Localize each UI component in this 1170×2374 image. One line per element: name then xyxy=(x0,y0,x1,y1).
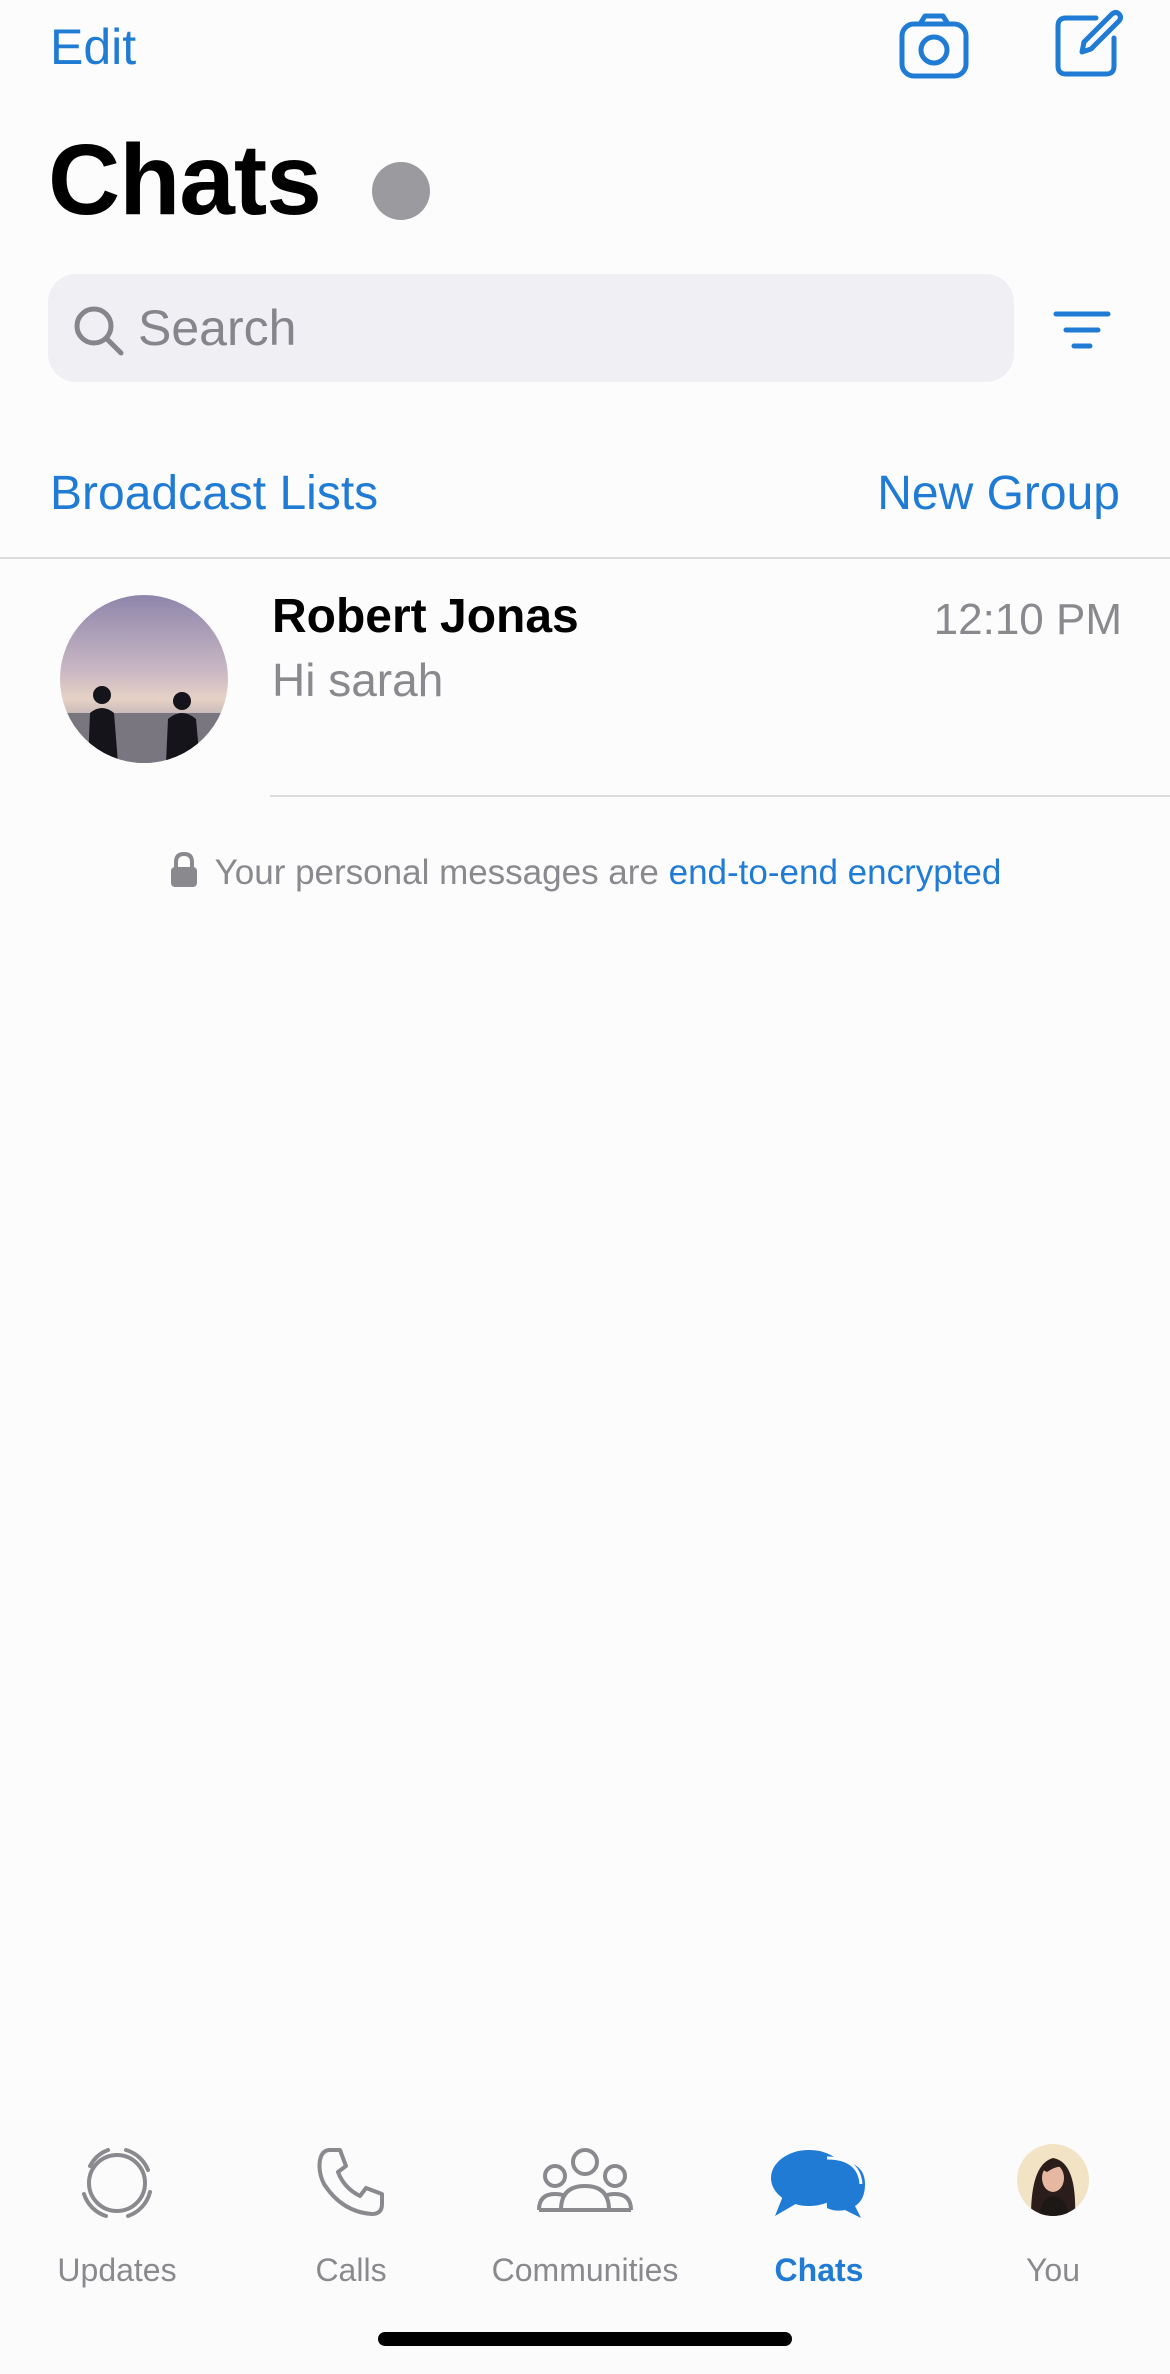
encryption-text: Your personal messages are xyxy=(214,853,669,892)
tab-label: Chats xyxy=(774,2252,864,2288)
chat-row[interactable]: Robert Jonas 12:10 PM Hi sarah xyxy=(0,559,1170,797)
compose-icon xyxy=(1055,10,1123,77)
communities-icon xyxy=(537,2148,633,2212)
status-dot xyxy=(372,162,430,220)
filter-button[interactable] xyxy=(1052,308,1112,352)
chats-screen: Edit Chats Broadcast Lists New Group xyxy=(0,0,1170,2374)
updates-icon xyxy=(82,2148,152,2218)
tab-communities[interactable]: Communities xyxy=(468,2144,702,2294)
tab-bar: Updates Calls Communities Chats You xyxy=(0,2120,1170,2374)
contact-name: Robert Jonas xyxy=(272,590,579,643)
camera-button[interactable] xyxy=(898,12,970,80)
lock-icon xyxy=(170,852,197,887)
search-icon xyxy=(74,306,124,356)
camera-icon xyxy=(899,13,969,79)
message-preview: Hi sarah xyxy=(272,654,444,706)
search-input[interactable] xyxy=(138,274,988,382)
tab-label: Calls xyxy=(315,2252,387,2288)
chats-icon xyxy=(771,2150,865,2218)
tab-calls[interactable]: Calls xyxy=(234,2144,468,2294)
broadcast-lists-link[interactable]: Broadcast Lists xyxy=(50,466,378,521)
encryption-note: Your personal messages are end-to-end en… xyxy=(0,852,1170,893)
tab-you[interactable]: You xyxy=(936,2144,1170,2294)
new-group-link[interactable]: New Group xyxy=(877,466,1120,521)
end-to-end-encrypted-link[interactable]: end-to-end encrypted xyxy=(669,853,1002,892)
home-indicator[interactable] xyxy=(378,2332,792,2346)
tab-label: You xyxy=(1026,2252,1080,2288)
tab-label: Updates xyxy=(57,2252,177,2288)
phone-icon xyxy=(317,2148,384,2216)
search-bar[interactable] xyxy=(48,274,1014,382)
row-divider xyxy=(270,795,1170,797)
edit-button[interactable]: Edit xyxy=(50,18,136,76)
tab-label: Communities xyxy=(491,2252,679,2288)
page-title: Chats xyxy=(48,124,322,236)
profile-avatar xyxy=(1017,2144,1089,2216)
filter-icon xyxy=(1053,311,1111,349)
compose-button[interactable] xyxy=(1052,8,1124,80)
tab-updates[interactable]: Updates xyxy=(0,2144,234,2294)
contact-avatar xyxy=(60,595,228,763)
tab-chats[interactable]: Chats xyxy=(702,2144,936,2294)
message-time: 12:10 PM xyxy=(933,595,1122,644)
